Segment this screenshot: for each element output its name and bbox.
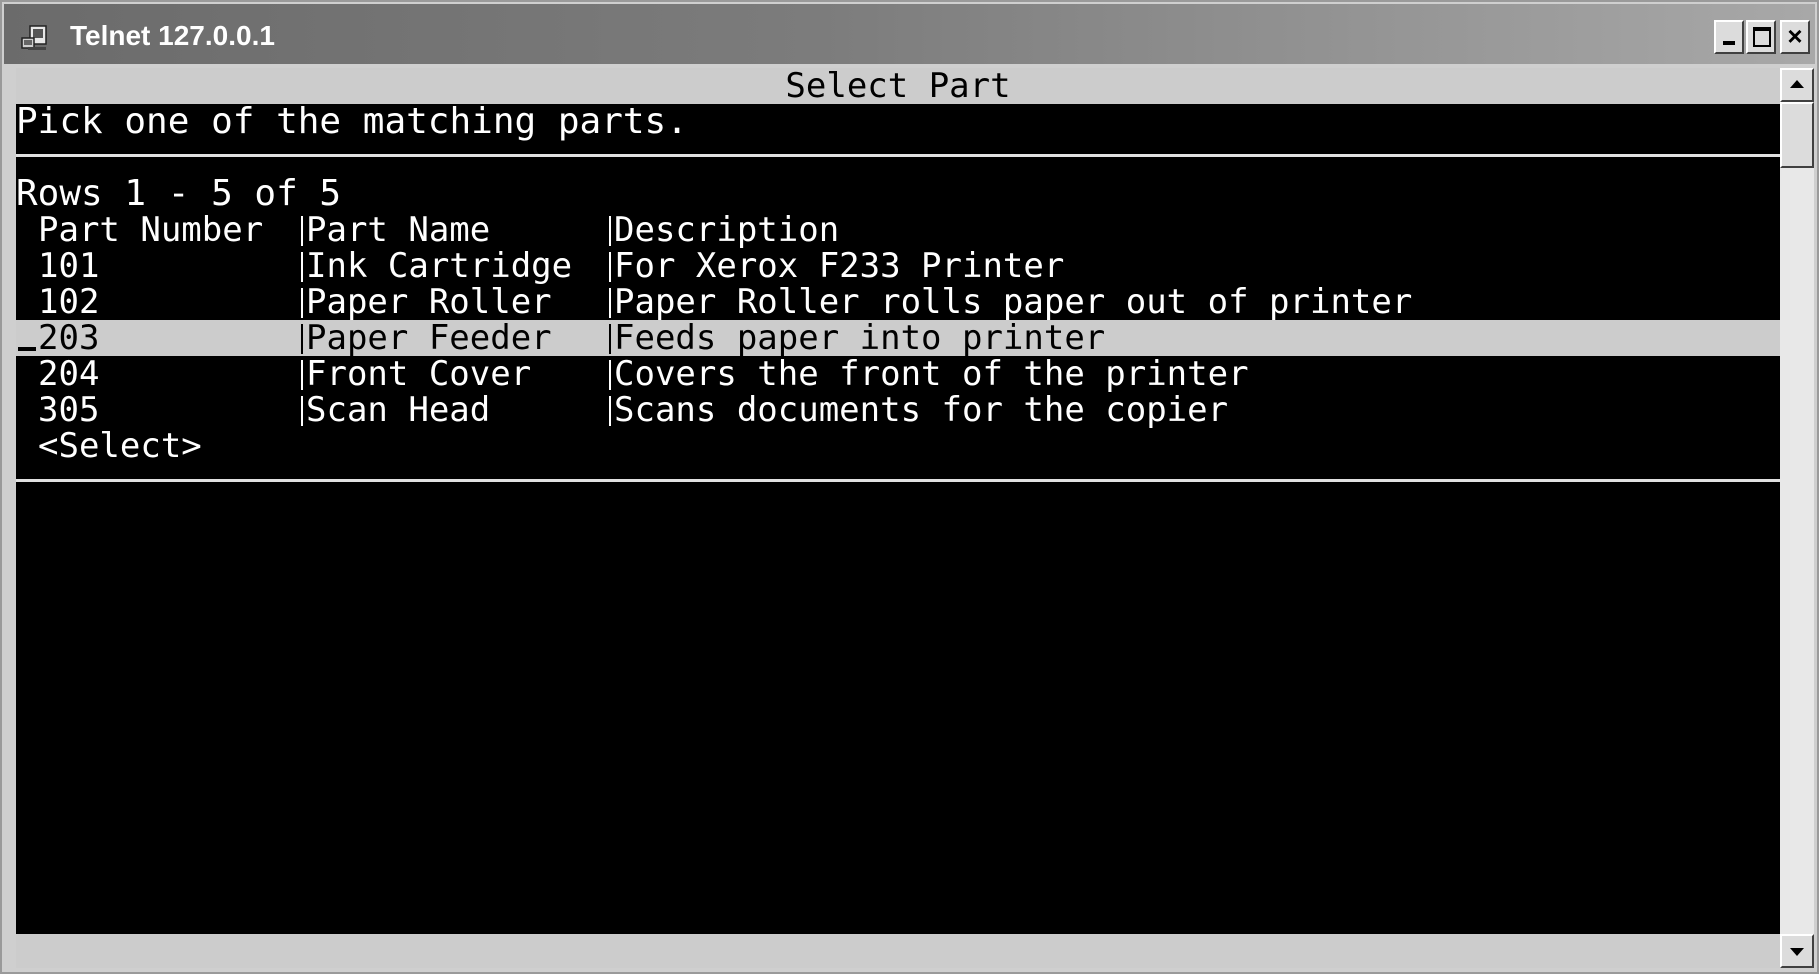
telnet-terminal-icon — [21, 25, 47, 50]
minimize-button[interactable] — [1714, 20, 1744, 54]
column-divider — [301, 360, 303, 390]
column-header-part-number: Part Number — [38, 210, 264, 250]
window-title: Telnet 127.0.0.1 — [70, 20, 275, 51]
column-divider — [609, 288, 611, 318]
column-divider — [609, 324, 611, 354]
table-row[interactable]: 204 Front Cover Covers the front of the … — [16, 356, 1780, 392]
select-action-row[interactable]: <Select> — [16, 428, 1780, 464]
instruction-text: Pick one of the matching parts. — [16, 101, 688, 142]
vertical-scrollbar[interactable] — [1780, 68, 1814, 968]
part-number-cell: 305 — [38, 390, 100, 430]
text-cursor — [18, 347, 36, 351]
part-number-cell: 102 — [38, 282, 100, 322]
part-number-cell: 101 — [38, 246, 100, 286]
part-name-cell: Paper Feeder — [306, 318, 552, 358]
screen-header: Select Part — [16, 68, 1780, 104]
select-action[interactable]: <Select> — [38, 428, 202, 464]
part-name-cell: Ink Cartridge — [306, 246, 573, 286]
column-divider — [609, 360, 611, 390]
scroll-down-button[interactable] — [1780, 934, 1814, 968]
column-divider — [609, 396, 611, 426]
separator-top — [16, 154, 1780, 157]
table-row[interactable]: 305 Scan Head Scans documents for the co… — [16, 392, 1780, 428]
rows-info: Rows 1 - 5 of 5 — [16, 173, 342, 214]
part-name-cell: Front Cover — [306, 354, 532, 394]
description-cell: Covers the front of the printer — [614, 354, 1249, 394]
title-bar[interactable]: Telnet 127.0.0.1 × — [4, 4, 1815, 64]
maximize-button[interactable] — [1746, 20, 1776, 54]
close-icon: × — [1787, 21, 1803, 51]
column-divider — [301, 216, 303, 246]
scroll-thumb[interactable] — [1780, 102, 1814, 168]
column-divider — [301, 396, 303, 426]
column-divider — [609, 252, 611, 282]
part-number-cell: 203 — [38, 318, 100, 358]
description-cell: Scans documents for the copier — [614, 390, 1229, 430]
table-header-row: Part Number Part Name Description — [16, 212, 1780, 248]
table-row-selected[interactable]: 203 Paper Feeder Feeds paper into printe… — [16, 320, 1780, 356]
close-button[interactable]: × — [1780, 20, 1810, 54]
description-cell: For Xerox F233 Printer — [614, 246, 1065, 286]
column-header-description: Description — [614, 210, 840, 250]
table-row[interactable]: 101 Ink Cartridge For Xerox F233 Printer — [16, 248, 1780, 284]
part-name-cell: Paper Roller — [306, 282, 552, 322]
part-number-cell: 204 — [38, 354, 100, 394]
column-divider — [609, 216, 611, 246]
column-divider — [301, 324, 303, 354]
part-name-cell: Scan Head — [306, 390, 491, 430]
column-divider — [301, 288, 303, 318]
description-cell: Paper Roller rolls paper out of printer — [614, 282, 1413, 322]
terminal-screen[interactable]: Select Part Pick one of the matching par… — [16, 68, 1780, 968]
status-bar — [16, 934, 1780, 968]
column-divider — [301, 252, 303, 282]
table-row[interactable]: 102 Paper Roller Paper Roller rolls pape… — [16, 284, 1780, 320]
description-cell: Feeds paper into printer — [614, 318, 1106, 358]
scroll-up-button[interactable] — [1780, 68, 1814, 102]
telnet-window: Telnet 127.0.0.1 × Select Part Pick one … — [0, 0, 1819, 974]
column-header-part-name: Part Name — [306, 210, 491, 250]
separator-bottom — [16, 479, 1780, 482]
